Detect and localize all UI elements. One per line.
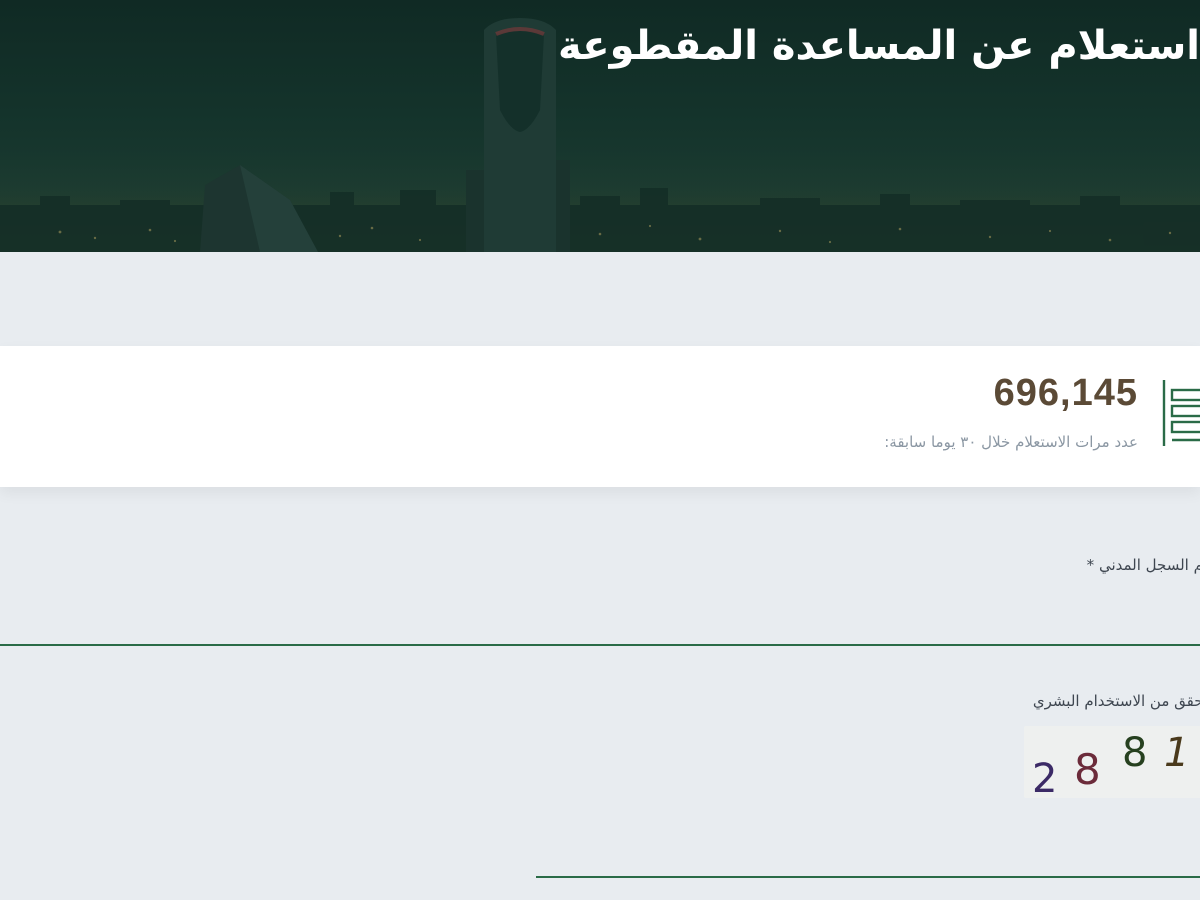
- captcha-input[interactable]: [536, 836, 1200, 878]
- document-list-icon: [1162, 380, 1200, 446]
- query-count: 696,145: [993, 372, 1138, 414]
- civil-id-label: رقم السجل المدني *: [1086, 556, 1200, 574]
- hero-banner: استعلام عن المساعدة المقطوعة: [0, 0, 1200, 252]
- query-count-caption: عدد مرات الاستعلام خلال ٣٠ يوما سابقة:: [884, 433, 1138, 451]
- captcha-digit-1: 2: [1032, 756, 1057, 798]
- page: استعلام عن المساعدة المقطوعة 696,145 عدد…: [0, 0, 1200, 900]
- stats-card: [0, 346, 1200, 487]
- captcha-digit-3: 8: [1122, 730, 1147, 776]
- captcha-digit-2: 8: [1074, 745, 1101, 794]
- captcha-image: 2 8 8 1: [1024, 726, 1200, 798]
- captcha-digits: 2 8 8 1: [1032, 730, 1189, 798]
- captcha-label: للتحقق من الاستخدام البشري: [1032, 692, 1200, 710]
- captcha-digit-4: 1: [1164, 730, 1189, 776]
- civil-id-input[interactable]: [0, 600, 1200, 646]
- page-title: استعلام عن المساعدة المقطوعة: [557, 23, 1200, 69]
